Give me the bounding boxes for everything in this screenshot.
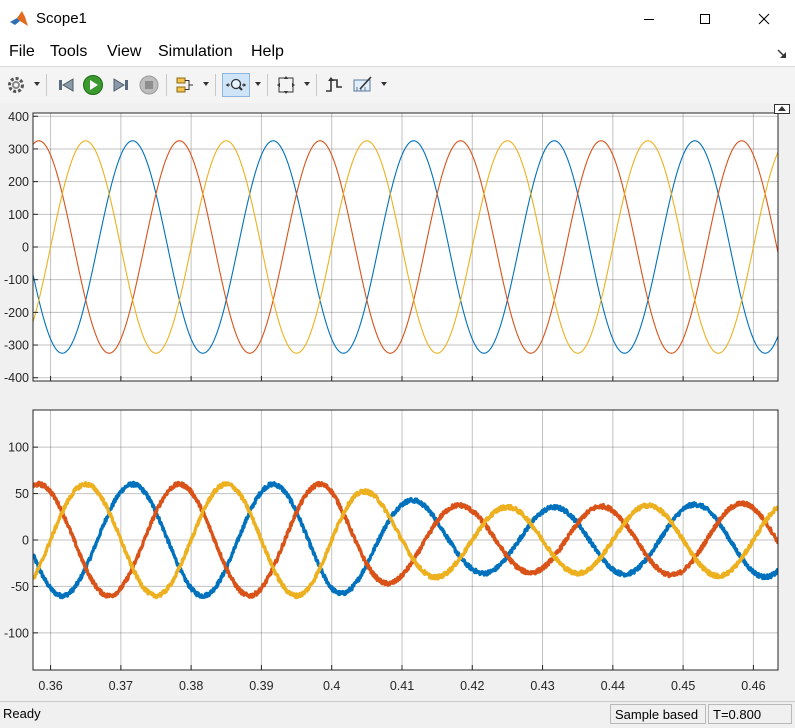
top-axes[interactable]: 400 300 200 100 0 -100 -200 -300 -400	[4, 110, 779, 385]
x-tick-label: 0.42	[460, 679, 484, 693]
bottom-axes[interactable]: 100 50 0 -50 -100 0.36 0.37 0.38 0.39 0.4 0.41 0.42…	[4, 409, 779, 693]
menu-help[interactable]: Help	[251, 43, 284, 61]
x-tick-label: 0.38	[179, 679, 203, 693]
y-tick-label: -200	[4, 306, 29, 320]
measurements-dropdown-icon[interactable]	[380, 80, 388, 88]
status-bar: Ready Sample based T=0.800	[0, 701, 795, 728]
menu-view[interactable]: View	[107, 43, 141, 61]
toolbar-separator	[46, 74, 47, 96]
close-icon	[758, 13, 770, 25]
y-tick-label: 100	[8, 208, 29, 222]
toolbar-separator	[316, 74, 317, 96]
menu-tools[interactable]: Tools	[50, 43, 87, 61]
y-tick-label: 0	[22, 534, 29, 548]
stop-icon	[139, 75, 159, 95]
menu-file[interactable]: File	[9, 43, 35, 61]
y-tick-label: 300	[8, 142, 29, 156]
y-tick-label: 100	[8, 441, 29, 455]
y-tick-label: -100	[4, 626, 29, 640]
x-tick-label: 0.36	[38, 679, 62, 693]
y-tick-label: -300	[4, 339, 29, 353]
scale-axes-icon	[277, 76, 295, 94]
menu-simulation[interactable]: Simulation	[158, 43, 233, 61]
menu-bar: File Tools View Simulation Help	[0, 38, 795, 66]
y-tick-label: 0	[22, 241, 29, 255]
scope-plot-area: 400 300 200 100 0 -100 -200 -300 -400 100 50 0 -50 -…	[0, 103, 795, 701]
zoom-button[interactable]	[222, 73, 250, 97]
x-tick-label: 0.46	[741, 679, 765, 693]
minimize-button[interactable]	[626, 0, 672, 38]
x-tick-label: 0.41	[390, 679, 414, 693]
toolbar-separator	[166, 74, 167, 96]
step-back-button[interactable]	[54, 73, 78, 97]
maximize-button[interactable]	[682, 0, 728, 38]
triggers-button[interactable]	[322, 73, 346, 97]
settings-icon	[8, 77, 24, 93]
measurements-button[interactable]	[351, 73, 375, 97]
title-bar: Scope1	[0, 0, 795, 39]
scale-axes-dropdown-icon[interactable]	[303, 80, 311, 88]
y-tick-label: 200	[8, 175, 29, 189]
y-tick-label: -400	[4, 371, 29, 385]
stop-button[interactable]	[137, 73, 161, 97]
y-tick-label: -100	[4, 273, 29, 287]
restore-layout-icon[interactable]	[774, 104, 790, 114]
measurements-icon	[353, 76, 372, 92]
x-tick-label: 0.4	[323, 679, 340, 693]
toolbar	[0, 66, 795, 104]
step-back-icon	[59, 78, 74, 92]
x-tick-label: 0.43	[530, 679, 554, 693]
sample-mode-indicator: Sample based	[610, 704, 706, 724]
settings-button[interactable]	[4, 73, 28, 97]
signal-select-dropdown-icon[interactable]	[202, 80, 210, 88]
x-tick-label: 0.44	[601, 679, 625, 693]
signal-select-icon	[176, 77, 193, 93]
y-tick-label: 400	[8, 110, 29, 124]
x-tick-label: 0.37	[109, 679, 133, 693]
triggers-icon	[326, 77, 342, 92]
window-title: Scope1	[36, 10, 87, 27]
scale-axes-button[interactable]	[274, 73, 298, 97]
step-forward-button[interactable]	[109, 73, 133, 97]
status-text: Ready	[3, 706, 41, 721]
zoom-icon	[226, 78, 246, 91]
y-tick-label: -50	[11, 580, 29, 594]
x-tick-label: 0.45	[671, 679, 695, 693]
scope-display: 400 300 200 100 0 -100 -200 -300 -400 100 50 0 -50 -…	[4, 110, 779, 693]
undock-arrow-icon[interactable]	[776, 48, 788, 60]
maximize-icon	[700, 14, 710, 24]
signal-select-button[interactable]	[173, 73, 197, 97]
settings-dropdown-icon[interactable]	[33, 80, 41, 88]
x-tick-label: 0.39	[249, 679, 273, 693]
toolbar-separator	[267, 74, 268, 96]
minimize-icon	[644, 19, 654, 20]
run-icon	[83, 75, 103, 95]
step-forward-icon	[113, 78, 128, 92]
close-button[interactable]	[741, 0, 787, 38]
run-button[interactable]	[81, 73, 105, 97]
toolbar-separator	[215, 74, 216, 96]
sim-time-indicator: T=0.800	[708, 704, 792, 724]
y-tick-label: 50	[15, 487, 29, 501]
matlab-icon	[10, 11, 28, 26]
zoom-dropdown-icon[interactable]	[254, 80, 262, 88]
